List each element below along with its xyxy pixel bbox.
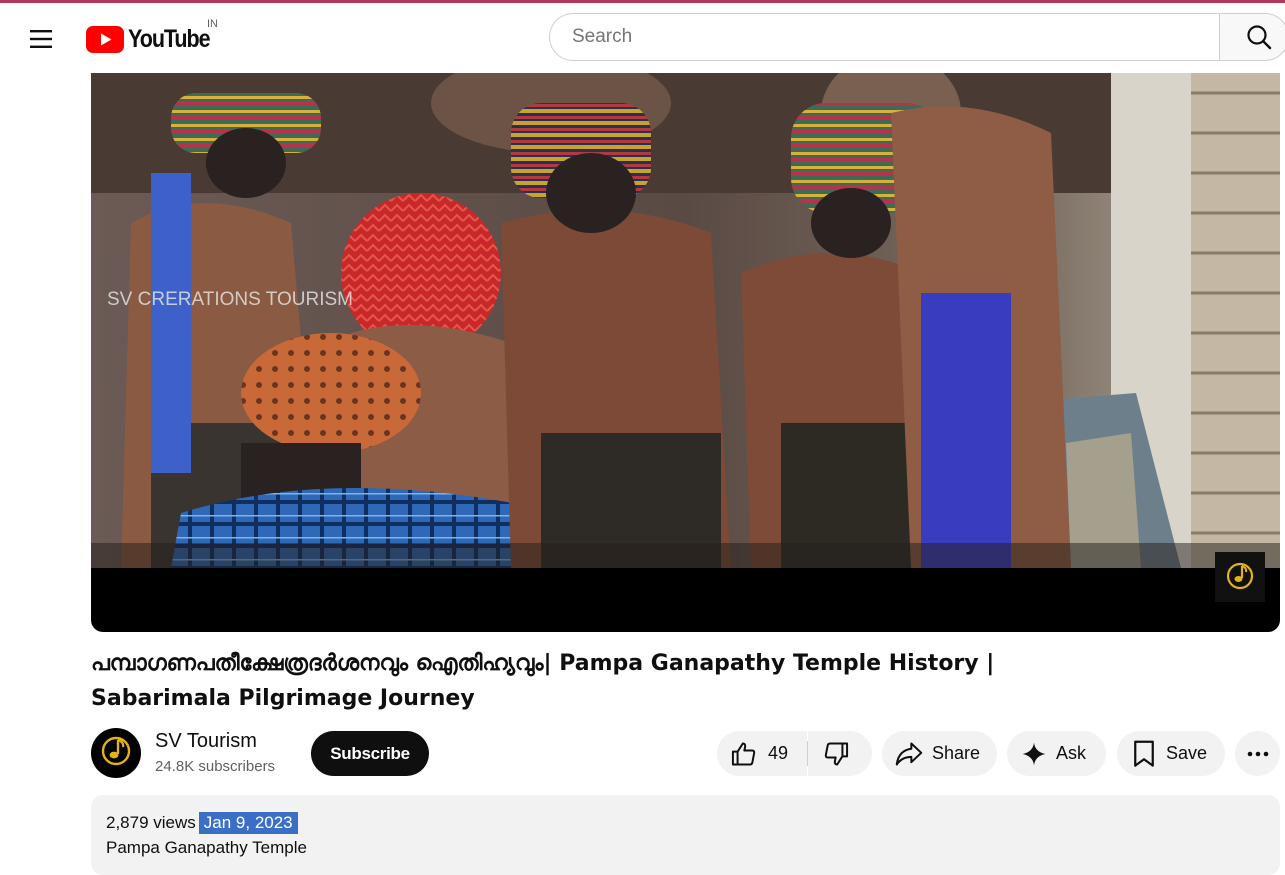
video-player[interactable]: SV CRERATIONS TOURISM <box>91 73 1280 632</box>
like-count: 49 <box>768 743 789 763</box>
youtube-logo[interactable]: YouTube <box>86 24 223 54</box>
ask-button[interactable]: Ask <box>1007 731 1106 776</box>
video-title-line-1: പമ്പാഗണപതീക്ഷേത്രദർശനവും ഐതിഹ്യവും| Pamp… <box>91 651 995 676</box>
video-scene: SV CRERATIONS TOURISM <box>91 73 1280 568</box>
more-icon <box>1247 751 1268 756</box>
search-input[interactable] <box>570 25 1219 49</box>
dislike-button[interactable] <box>808 731 872 776</box>
top-accent-line <box>0 0 1285 3</box>
video-frame[interactable]: SV CRERATIONS TOURISM <box>91 73 1280 568</box>
video-title: പമ്പാഗണപതീക്ഷേത്രദർശനവും ഐതിഹ്യവും| Pamp… <box>91 646 1271 716</box>
menu-icon <box>30 30 52 48</box>
upload-date: Jan 9, 2023 <box>198 812 298 834</box>
ask-label: Ask <box>1056 743 1087 763</box>
logo-wordmark: YouTube <box>128 24 211 53</box>
save-label: Save <box>1166 743 1208 763</box>
share-button[interactable]: Share <box>882 731 997 776</box>
search-button[interactable] <box>1219 13 1285 61</box>
channel-avatar[interactable] <box>91 728 141 778</box>
channel-avatar-icon <box>101 736 131 766</box>
description-box[interactable]: 2,879 views Jan 9, 2023 Pampa Ganapathy T… <box>91 795 1280 875</box>
video-title-line-2: Sabarimala Pilgrimage Journey <box>91 686 475 711</box>
channel-name[interactable]: SV Tourism <box>155 730 257 753</box>
search-icon <box>1247 25 1272 50</box>
channel-watermark-icon <box>1226 562 1254 590</box>
save-button[interactable]: Save <box>1117 731 1225 776</box>
video-watermark: SV CRERATIONS TOURISM <box>107 289 353 310</box>
guide-menu-button[interactable] <box>24 22 58 56</box>
description-meta: 2,879 views Jan 9, 2023 <box>106 812 298 834</box>
dislike-icon <box>824 742 849 765</box>
share-icon <box>895 742 923 765</box>
youtube-logo-icon <box>86 25 124 53</box>
ask-sparkle-icon <box>1022 742 1046 765</box>
share-label: Share <box>932 743 981 763</box>
country-code: IN <box>207 18 218 30</box>
subscribe-button[interactable]: Subscribe <box>311 731 429 776</box>
description-text: Pampa Ganapathy Temple <box>106 838 307 857</box>
like-icon <box>731 742 756 765</box>
view-count: 2,879 views <box>106 813 196 832</box>
save-icon <box>1134 740 1154 767</box>
subscriber-count: 24.8K subscribers <box>155 758 276 775</box>
channel-watermark <box>1215 552 1265 602</box>
like-button[interactable]: 49 <box>717 731 807 776</box>
search-box[interactable] <box>549 13 1219 61</box>
more-actions-button[interactable] <box>1235 731 1280 776</box>
